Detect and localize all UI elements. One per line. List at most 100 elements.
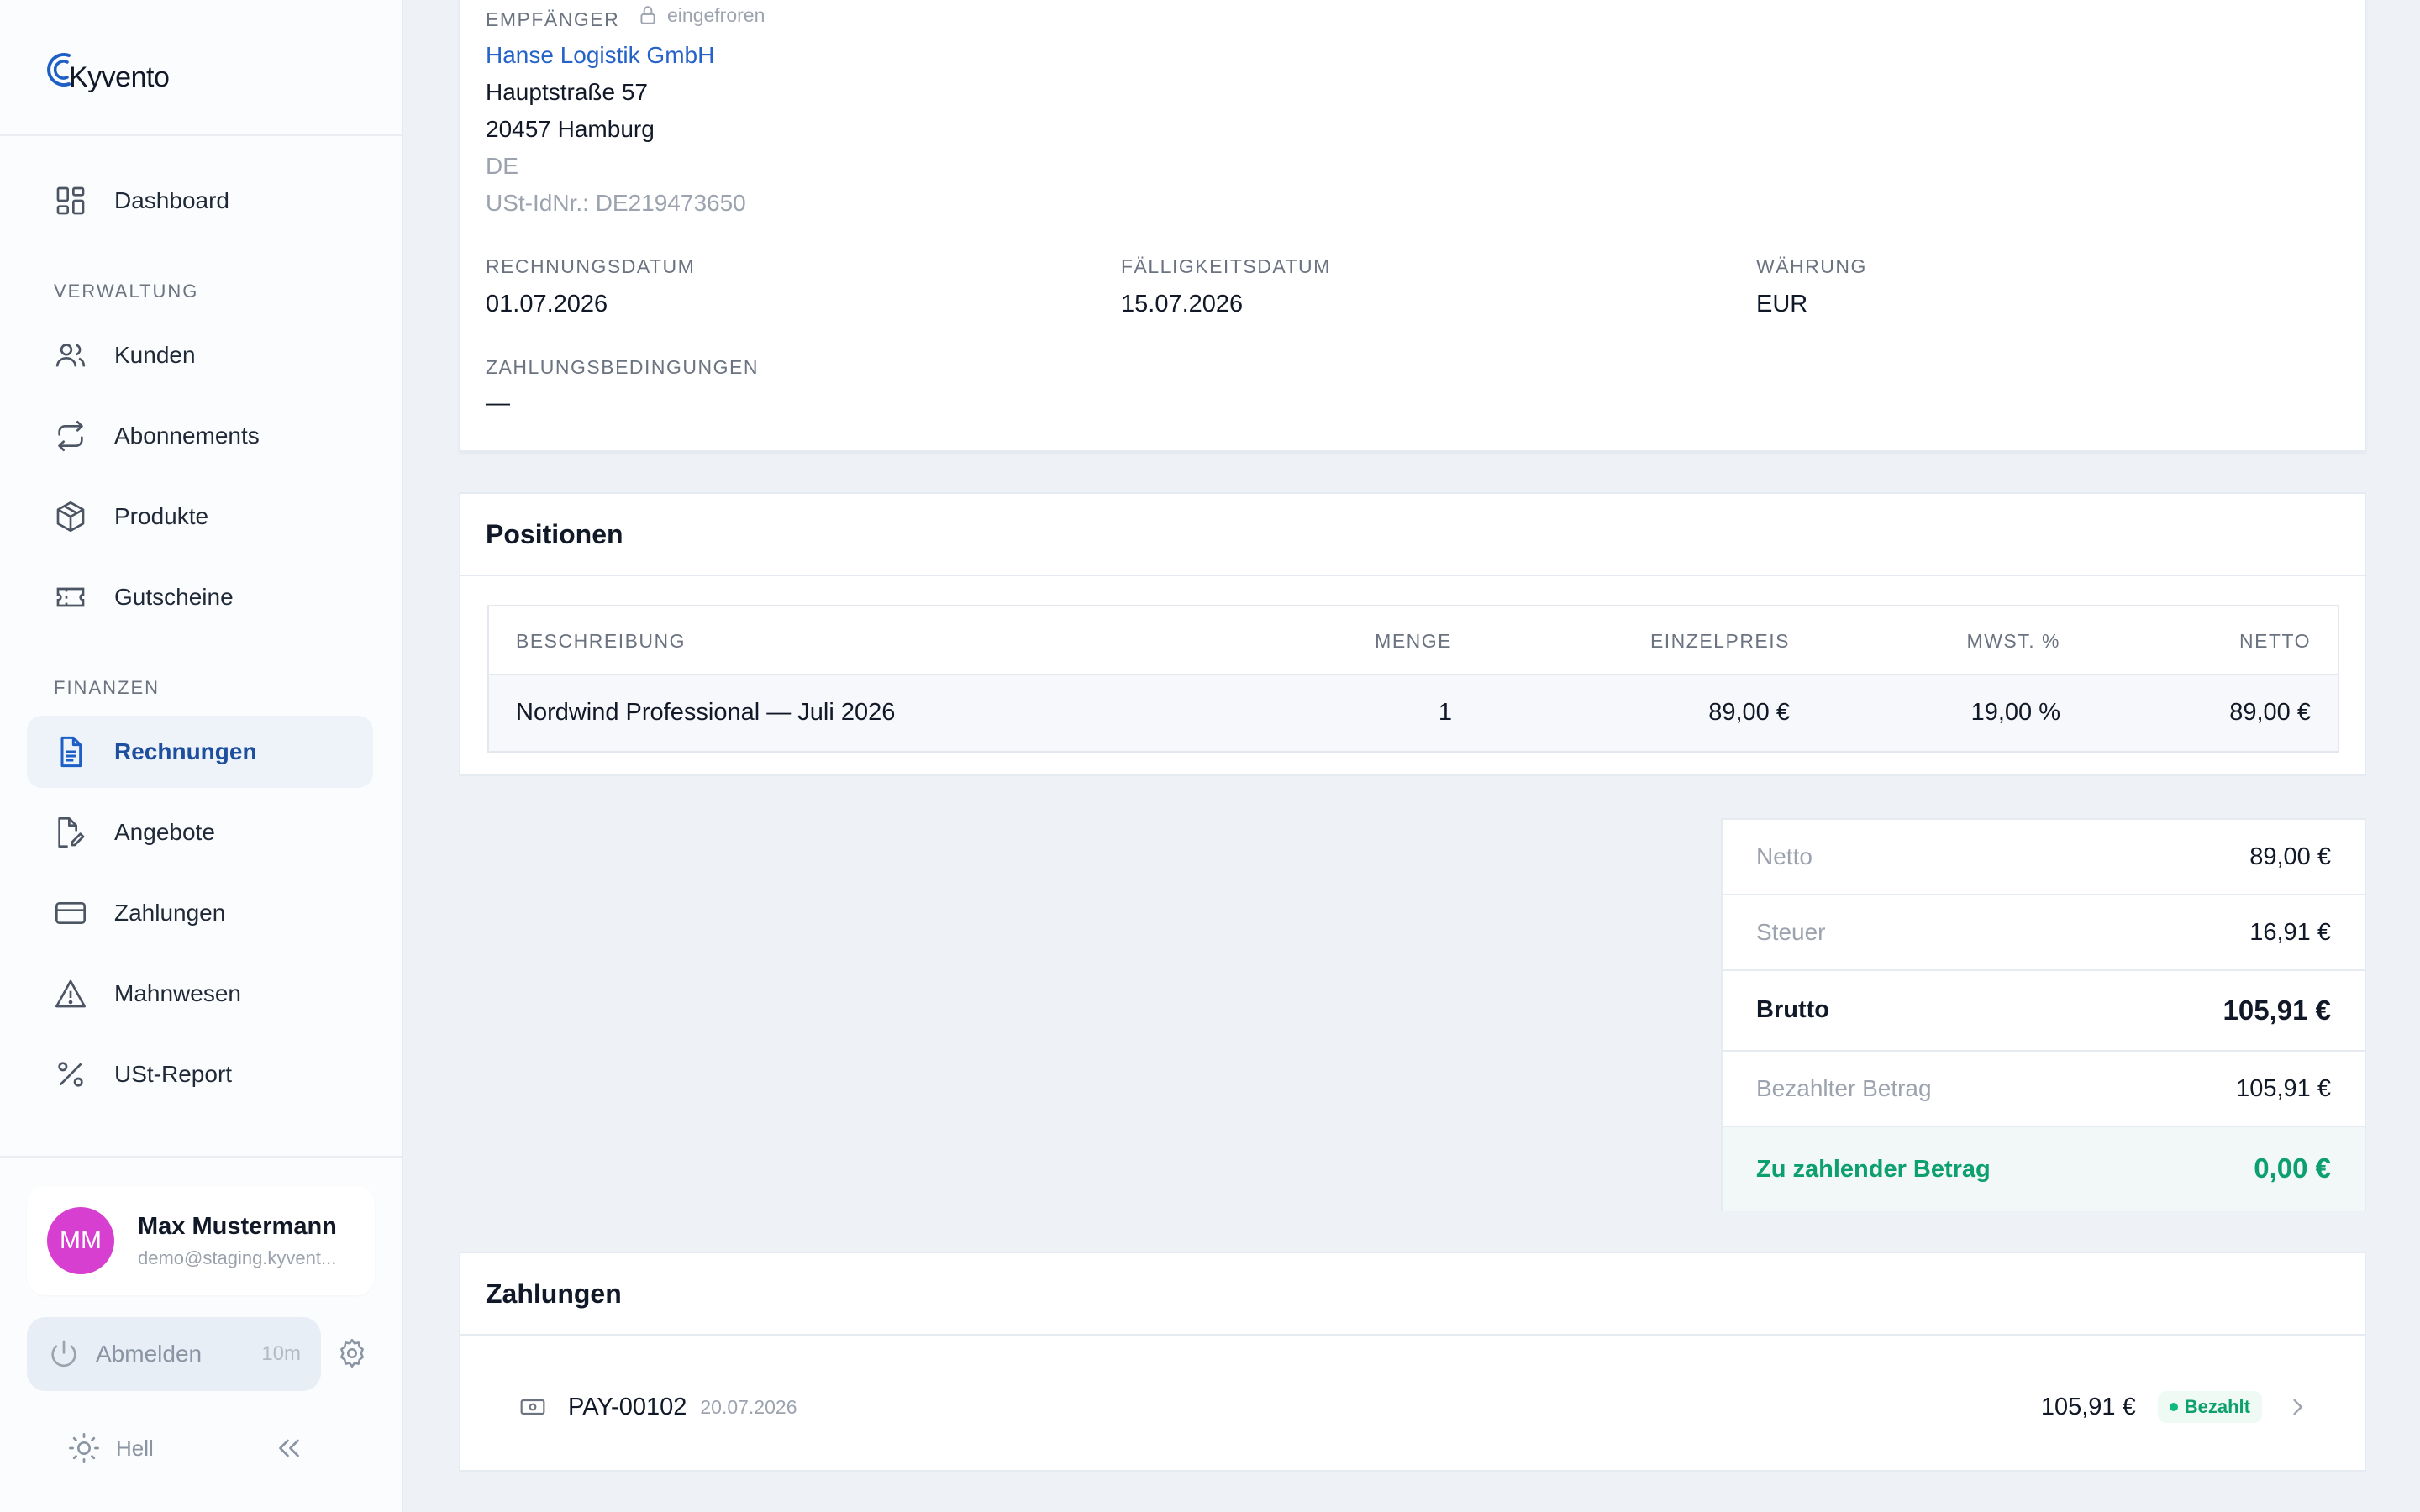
- chevron-right-icon[interactable]: [2286, 1395, 2309, 1419]
- sidebar-item-gutscheine[interactable]: Gutscheine: [27, 561, 373, 633]
- total-row-netto: Netto 89,00 €: [1723, 820, 2365, 895]
- payment-date: 20.07.2026: [700, 1395, 797, 1418]
- sidebar: Kyvento Dashboard VERWALTUNG Kunden Abon…: [0, 0, 403, 1512]
- dashboard-icon: [56, 186, 85, 215]
- paid-label: Bezahlter Betrag: [1756, 1075, 1932, 1101]
- gear-icon[interactable]: [336, 1337, 368, 1369]
- netto-label: Netto: [1756, 843, 1812, 869]
- section-title-verwaltung: VERWALTUNG: [54, 281, 199, 302]
- payments-header: Zahlungen: [460, 1253, 2365, 1336]
- collapse-sidebar-icon[interactable]: [274, 1433, 304, 1463]
- power-icon: [51, 1340, 76, 1368]
- section-title-finanzen: FINANZEN: [54, 677, 160, 698]
- total-row-brutto: Brutto 105,91 €: [1723, 971, 2365, 1052]
- due-label: Zu zahlender Betrag: [1756, 1156, 1991, 1183]
- sidebar-item-zahlungen[interactable]: Zahlungen: [27, 877, 373, 949]
- payment-terms-label: ZAHLUNGSBEDINGUNGEN: [486, 356, 759, 378]
- payment-amount: 105,91 €: [2040, 1393, 2136, 1420]
- brutto-label: Brutto: [1756, 996, 1829, 1023]
- table-row[interactable]: Nordwind Professional — Juli 2026 1 89,0…: [489, 675, 2338, 751]
- sidebar-item-label: Angebote: [114, 819, 215, 845]
- column-header-quantity: MENGE: [1375, 630, 1452, 652]
- lock-icon: [640, 6, 655, 24]
- due-value: 0,00 €: [2254, 1152, 2331, 1184]
- recipient-country: DE: [486, 153, 518, 179]
- user-card[interactable]: MM Max Mustermann demo@staging.kyvent...: [27, 1186, 375, 1295]
- column-header-description: BESCHREIBUNG: [516, 630, 687, 652]
- recipient-street: Hauptstraße 57: [486, 79, 648, 105]
- netto-value: 89,00 €: [2249, 843, 2331, 870]
- payments-card: Zahlungen PAY-00102 20.07.2026 105,91 € …: [459, 1252, 2366, 1472]
- total-row-due: Zu zahlender Betrag 0,00 €: [1723, 1127, 2365, 1211]
- positions-table: BESCHREIBUNG MENGE EINZELPREIS MWST. % N…: [487, 605, 2339, 753]
- sidebar-item-rechnungen[interactable]: Rechnungen: [27, 716, 373, 788]
- steuer-label: Steuer: [1756, 919, 1826, 945]
- cash-icon: [520, 1399, 545, 1415]
- recipient-company-link[interactable]: Hanse Logistik GmbH: [486, 42, 714, 69]
- due-date: 15.07.2026: [1121, 291, 1244, 318]
- status-badge: Bezahlt: [2157, 1391, 2262, 1423]
- table-header: BESCHREIBUNG MENGE EINZELPREIS MWST. % N…: [489, 606, 2338, 675]
- theme-label: Hell: [116, 1435, 154, 1461]
- steuer-value: 16,91 €: [2249, 919, 2331, 946]
- row-description: Nordwind Professional — Juli 2026: [516, 699, 896, 726]
- sidebar-item-label: Kunden: [114, 342, 196, 368]
- theme-toggle[interactable]: Hell: [67, 1431, 154, 1465]
- sidebar-item-label: Dashboard: [114, 187, 229, 213]
- box-icon: [56, 501, 85, 532]
- sidebar-item-produkte[interactable]: Produkte: [27, 480, 373, 553]
- sidebar-item-label: Abonnements: [114, 423, 260, 449]
- brutto-value: 105,91 €: [2223, 995, 2331, 1026]
- recipient-label: EMPFÄNGER: [486, 8, 620, 30]
- row-unit-price: 89,00 €: [1708, 699, 1790, 726]
- payments-title: Zahlungen: [486, 1278, 622, 1309]
- positions-title: Positionen: [486, 518, 623, 549]
- document-edit-icon: [58, 817, 85, 848]
- logout-label: Abmelden: [96, 1341, 203, 1367]
- positions-header: Positionen: [460, 494, 2365, 576]
- column-header-vat: MWST. %: [1966, 630, 2060, 652]
- users-icon: [55, 344, 86, 367]
- sidebar-item-ust-report[interactable]: USt-Report: [27, 1038, 373, 1110]
- credit-card-icon: [55, 902, 86, 924]
- column-header-unit-price: EINZELPREIS: [1649, 630, 1790, 652]
- warning-icon: [55, 979, 86, 1008]
- row-quantity: 1: [1438, 699, 1452, 726]
- sidebar-item-kunden[interactable]: Kunden: [27, 319, 373, 391]
- payment-row[interactable]: PAY-00102 20.07.2026 105,91 € Bezahlt: [519, 1391, 2309, 1423]
- session-timer: 10m: [261, 1342, 301, 1365]
- user-name: Max Mustermann: [138, 1212, 337, 1240]
- document-icon: [60, 736, 82, 768]
- sidebar-item-angebote[interactable]: Angebote: [27, 796, 373, 869]
- percent-icon: [58, 1062, 83, 1087]
- currency-label: WÄHRUNG: [1756, 255, 1867, 277]
- divider: [0, 134, 402, 136]
- sidebar-item-label: Gutscheine: [114, 584, 234, 610]
- column-header-net: NETTO: [2238, 630, 2311, 652]
- brand-logo[interactable]: Kyvento: [44, 44, 170, 96]
- sidebar-item-label: Produkte: [114, 503, 209, 529]
- sidebar-item-label: Mahnwesen: [114, 980, 241, 1006]
- user-email: demo@staging.kyvent...: [138, 1247, 337, 1268]
- currency: EUR: [1756, 291, 1808, 318]
- sidebar-item-label: USt-Report: [114, 1061, 233, 1087]
- totals-summary: Netto 89,00 € Steuer 16,91 € Brutto 105,…: [1721, 818, 2366, 1211]
- payment-terms: —: [486, 390, 510, 417]
- paid-value: 105,91 €: [2236, 1075, 2331, 1102]
- payment-id: PAY-00102: [568, 1393, 687, 1420]
- row-net: 89,00 €: [2229, 699, 2311, 726]
- frozen-indicator: eingefroren: [637, 3, 765, 27]
- status-dot: [2169, 1403, 2178, 1411]
- recipient-city: 20457 Hamburg: [486, 116, 655, 142]
- recipient-vat-id: USt-IdNr.: DE219473650: [486, 190, 746, 216]
- status-label: Bezahlt: [2184, 1396, 2250, 1417]
- positions-card: Positionen BESCHREIBUNG MENGE EINZELPREI…: [459, 492, 2366, 776]
- sidebar-item-mahnwesen[interactable]: Mahnwesen: [27, 958, 373, 1030]
- due-date-label: FÄLLIGKEITSDATUM: [1121, 255, 1331, 277]
- invoice-details-card: EMPFÄNGER eingefroren Hanse Logistik Gmb…: [459, 0, 2366, 452]
- sidebar-item-label: Rechnungen: [114, 738, 257, 764]
- sidebar-item-abonnements[interactable]: Abonnements: [27, 400, 373, 472]
- ticket-icon: [56, 587, 85, 607]
- sidebar-item-dashboard[interactable]: Dashboard: [27, 165, 373, 237]
- logout-button[interactable]: Abmelden 10m: [27, 1317, 321, 1391]
